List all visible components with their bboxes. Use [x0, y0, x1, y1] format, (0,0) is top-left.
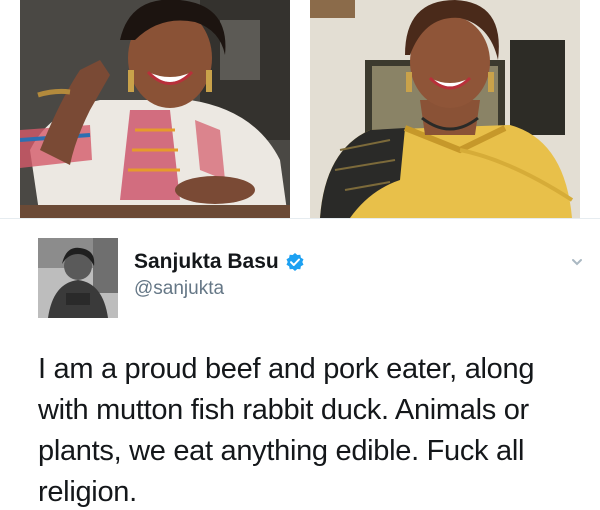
screenshot-page: Sanjukta Basu @sanjukta I am a proud bee… [0, 0, 600, 510]
photo-right [310, 0, 580, 218]
chevron-down-icon[interactable] [570, 255, 584, 269]
user-handle[interactable]: @sanjukta [134, 277, 224, 301]
tweet-text: I am a proud beef and pork eater, along … [38, 353, 535, 508]
woman-in-yellow-saree-image [310, 0, 580, 218]
verified-badge-icon [285, 252, 305, 272]
avatar[interactable] [38, 238, 118, 318]
profile-photo-icon [38, 238, 118, 318]
tweet-card: Sanjukta Basu @sanjukta I am a proud bee… [0, 218, 600, 510]
woman-in-white-kurta-image [20, 0, 290, 218]
name-row: Sanjukta Basu [134, 249, 305, 275]
display-name[interactable]: Sanjukta Basu [134, 249, 279, 275]
photo-left [20, 0, 290, 218]
